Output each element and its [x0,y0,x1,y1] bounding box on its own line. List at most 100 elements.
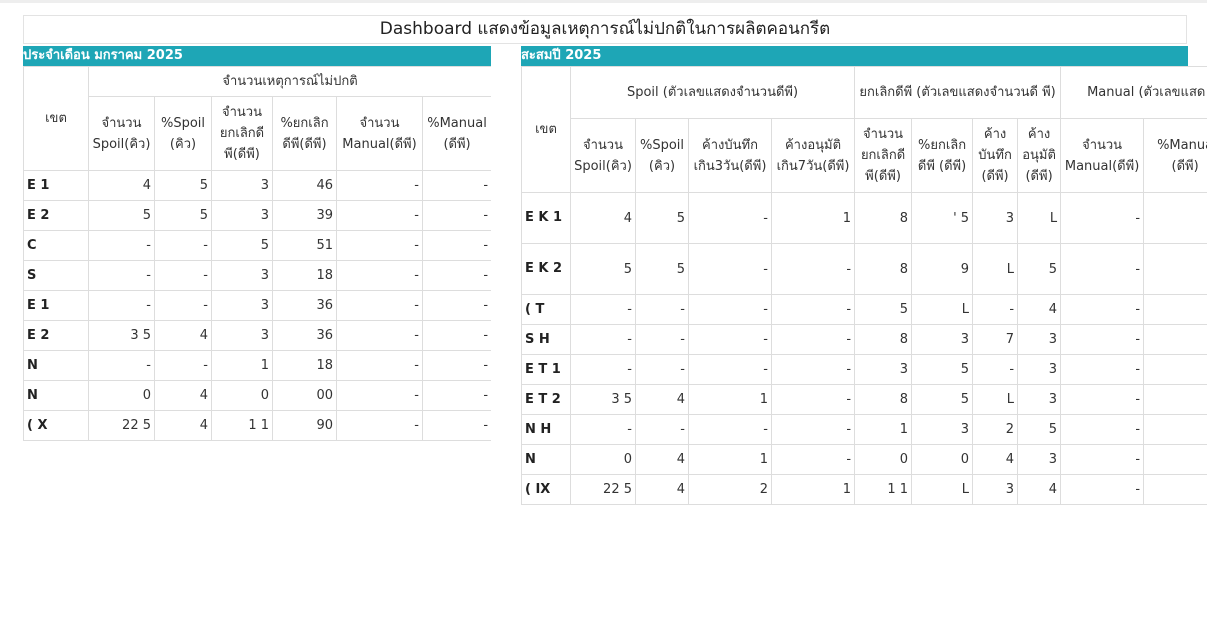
zone-cell: E K 1 [521,192,571,244]
value-cell: 2 [972,414,1019,445]
value-cell: - [770,243,856,295]
table-row: E K 255--89L5-- [521,243,1207,295]
table-row: E 1- -3 36- - [23,290,491,321]
value-cell: 5 [1017,243,1062,295]
value-cell: 36 [272,290,337,321]
column-header: ค้าง อนุมัติ (ดีพี) [1017,118,1062,193]
value-cell: - [688,243,772,295]
zone-cell: E K 2 [521,243,571,295]
value-cell: - [770,294,856,325]
zone-cell: ( IX [521,474,571,505]
value-cell: 51 [272,230,337,261]
value-cell: - [1060,354,1145,385]
value-cell: 3 [911,324,974,355]
value-cell: - [1060,243,1145,295]
value-cell: 9 [911,243,974,295]
value-cell: 36 [272,320,337,351]
value-cell: - [1060,444,1145,475]
value-cell: 4 [635,444,689,475]
value-cell: - [570,294,636,325]
column-header: จำนวน Spoil(คิว) [88,96,155,171]
value-cell: - [972,354,1019,385]
value-cell: 4 [1017,474,1062,505]
value-cell: - [570,354,636,385]
value-cell: - [770,444,856,475]
value-cell: 5 [854,294,913,325]
value-cell: - [635,414,689,445]
zone-cell: ( X [23,410,89,441]
value-cell: - [570,414,636,445]
table-row: S H----8373-- [521,324,1207,355]
column-header: จำนวน Spoil(คิว) [570,118,636,193]
value-cell: - [1143,444,1207,475]
value-cell: - [1060,324,1145,355]
value-cell: - [154,290,212,321]
table-row: N H----1325-- [521,414,1207,445]
value-cell: 5 [88,200,155,231]
group-header-manual: Manual (ตัวเลขแสด [1060,66,1207,119]
column-header: %Spoil (คิว) [154,96,212,171]
value-cell: - [1143,294,1207,325]
value-cell: 22 5 [570,474,636,505]
value-cell: - [336,230,423,261]
table-row: N041-0043-- [521,444,1207,475]
value-cell: 1 [854,414,913,445]
value-cell: 3 5 [88,320,155,351]
zone-cell: E T 2 [521,384,571,415]
column-header: จำนวน Manual(ดีพี) [336,96,423,171]
value-cell: 22 5 [88,410,155,441]
value-cell: 8 [854,324,913,355]
value-cell: - [1060,192,1145,244]
value-cell: 8 [854,192,913,244]
value-cell: L [911,474,974,505]
value-cell: - [1143,243,1207,295]
value-cell: 1 1 [854,474,913,505]
value-cell: - [688,294,772,325]
value-cell: - [421,230,491,261]
monthly-table: เขต จำนวนเหตุการณ์ไม่ปกติ จำนวน Spoil(คิ… [23,66,491,441]
value-cell: - [336,350,423,381]
value-cell: L [911,294,974,325]
value-cell: 1 [211,350,273,381]
value-cell: 5 [635,243,689,295]
value-cell: 18 [272,260,337,291]
dashboard-title: Dashboard แสดงข้อมูลเหตุการณ์ไม่ปกติในกา… [23,15,1187,44]
zone-cell: S [23,260,89,291]
group-header: จำนวนเหตุการณ์ไม่ปกติ [87,66,491,97]
value-cell: L [972,243,1019,295]
column-header: ค้างอนุมัติ เกิน7วัน(ดีพี) [770,118,856,193]
value-cell: - [1143,474,1207,505]
zone-cell: C [23,230,89,261]
column-header: %Manua (ดีพี) [1143,118,1207,193]
value-cell: ' 5 [911,192,974,244]
table-row: ( T----5L-4-- [521,294,1207,325]
column-header: ค้าง บันทึก (ดีพี) [972,118,1019,193]
value-cell: - [421,170,491,201]
value-cell: 5 [635,192,689,244]
value-cell: - [336,410,423,441]
table-row: N 0 4 0 00- - [23,380,491,411]
table-row: E 2 5 5 3 39- - [23,200,491,231]
column-header: %Manual (ดีพี) [421,96,491,171]
column-header: %ยกเลิก ดีพี (ดีพี) [911,118,974,193]
value-cell: - [770,354,856,385]
value-cell: 5 [911,354,974,385]
yearly-section-header: สะสมปี 2025 [521,46,1188,66]
value-cell: - [635,294,689,325]
group-header-cancel: ยกเลิกดีพี (ตัวเลขแสดงจำนวนดี พี) [854,66,1062,119]
value-cell: - [1060,474,1145,505]
value-cell: - [1143,354,1207,385]
table-row: E K 145-18' 53L-- [521,192,1207,244]
value-cell: - [154,230,212,261]
value-cell: - [1143,192,1207,244]
value-cell: - [770,324,856,355]
value-cell: 3 5 [570,384,636,415]
value-cell: 3 [1017,384,1062,415]
value-cell: 0 [854,444,913,475]
value-cell: 8 [854,384,913,415]
value-cell: 4 [972,444,1019,475]
value-cell: - [336,170,423,201]
value-cell: 3 [1017,444,1062,475]
value-cell: 3 [211,290,273,321]
column-header: %ยกเลิก ดีพี(ดีพี) [272,96,337,171]
